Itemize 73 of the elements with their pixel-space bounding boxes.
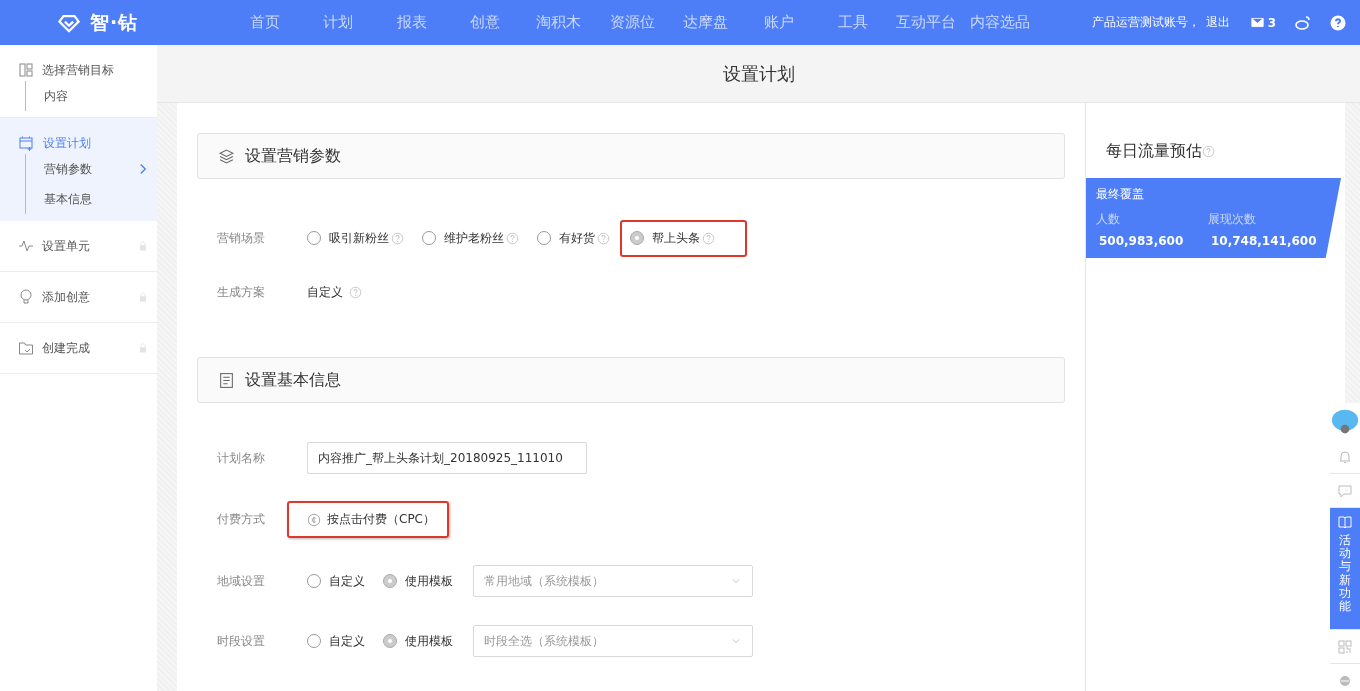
- lock-icon: [137, 291, 149, 303]
- folder-check-icon: [18, 340, 34, 356]
- help-icon: [391, 231, 404, 245]
- radio-option[interactable]: 吸引新粉丝: [307, 229, 404, 247]
- plan-name-input[interactable]: 内容推广_帮上头条计划_20180925_111010: [307, 442, 587, 474]
- help-icon: [702, 231, 715, 245]
- nav-link[interactable]: 首页: [228, 13, 302, 32]
- radio-option[interactable]: 维护老粉丝: [422, 229, 519, 247]
- stat-label: 展现次数: [1208, 211, 1257, 228]
- field-label: 生成方案: [216, 283, 266, 301]
- stat-value: 10,748,141,600: [1210, 234, 1318, 248]
- plan-scheme-value: 自定义: [307, 283, 343, 301]
- feature-button[interactable]: 活动与新功能: [1330, 508, 1360, 630]
- nav-link[interactable]: 资源位: [595, 13, 669, 32]
- section-title: 设置基本信息: [245, 369, 341, 391]
- field-label: 地域设置: [216, 572, 266, 590]
- nav-link[interactable]: 互动平台: [889, 13, 963, 32]
- radio-option[interactable]: 使用模板: [383, 632, 453, 650]
- book-icon: [1337, 514, 1353, 530]
- help-icon: [349, 285, 362, 299]
- help-icon: [506, 231, 519, 245]
- help-icon: [597, 231, 610, 245]
- card-title: 最终覆盖: [1096, 186, 1145, 203]
- logout-link[interactable]: 退出: [1205, 14, 1230, 31]
- grid-icon: [18, 62, 34, 78]
- bulb-icon: [18, 289, 34, 305]
- step-label[interactable]: 添加创意: [42, 288, 129, 306]
- help-icon: [1202, 145, 1215, 158]
- document-icon: [218, 371, 235, 389]
- sub-step-label[interactable]: 内容: [44, 87, 137, 105]
- sub-step-label[interactable]: 基本信息: [44, 190, 137, 208]
- layers-icon: [218, 147, 235, 165]
- coin-icon: [307, 512, 321, 527]
- radio-option[interactable]: 自定义: [307, 632, 365, 650]
- pulse-icon: [18, 238, 34, 254]
- calendar-icon: [18, 135, 35, 151]
- nav-link[interactable]: 淘积木: [522, 13, 596, 32]
- field-label: 付费方式: [216, 511, 266, 528]
- step-label[interactable]: 创建完成: [42, 339, 129, 357]
- field-label: 营销场景: [216, 229, 266, 247]
- template-select[interactable]: 时段全选（系统模板）: [473, 625, 753, 657]
- qr-code-icon: [1337, 638, 1353, 655]
- stat-label: 人数: [1096, 211, 1121, 228]
- highlighted-radio-option[interactable]: 帮上头条: [620, 219, 747, 257]
- chat-icon: [1337, 482, 1353, 499]
- bell-icon: [1337, 448, 1353, 465]
- stat-value: 500,983,600: [1098, 234, 1185, 248]
- help-icon[interactable]: [1330, 14, 1346, 31]
- nav-link[interactable]: 计划: [301, 13, 375, 32]
- nav-link[interactable]: 创意: [448, 13, 522, 32]
- template-select[interactable]: 常用地域（系统模板）: [473, 565, 753, 597]
- step-label[interactable]: 设置计划: [43, 134, 149, 152]
- logo-text: 智·钻: [90, 9, 139, 35]
- payment-method: 按点击付费（CPC）: [287, 501, 449, 538]
- field-label: 计划名称: [216, 449, 266, 467]
- step-label[interactable]: 设置单元: [42, 237, 129, 255]
- account-name: 产品运营测试账号，: [1091, 14, 1200, 31]
- nav-link[interactable]: 报表: [375, 13, 449, 32]
- field-label: 时段设置: [216, 632, 266, 650]
- section-title: 设置营销参数: [245, 145, 341, 167]
- nav-link[interactable]: 账户: [742, 13, 816, 32]
- mail-button[interactable]: 3: [1249, 15, 1276, 30]
- nav-link[interactable]: 工具: [816, 13, 890, 32]
- nav-link[interactable]: 达摩盘: [669, 13, 743, 32]
- radio-option[interactable]: 自定义: [307, 572, 365, 590]
- radio-option[interactable]: 有好货: [537, 229, 610, 247]
- step-label[interactable]: 选择营销目标: [42, 61, 149, 79]
- radio-option[interactable]: 使用模板: [383, 572, 453, 590]
- lock-icon: [137, 342, 149, 354]
- estimate-title: 每日流量预估: [1106, 141, 1202, 162]
- sub-step-label[interactable]: 营销参数: [44, 160, 137, 178]
- lock-icon: [137, 240, 149, 252]
- nav-link[interactable]: 内容选品: [963, 13, 1037, 32]
